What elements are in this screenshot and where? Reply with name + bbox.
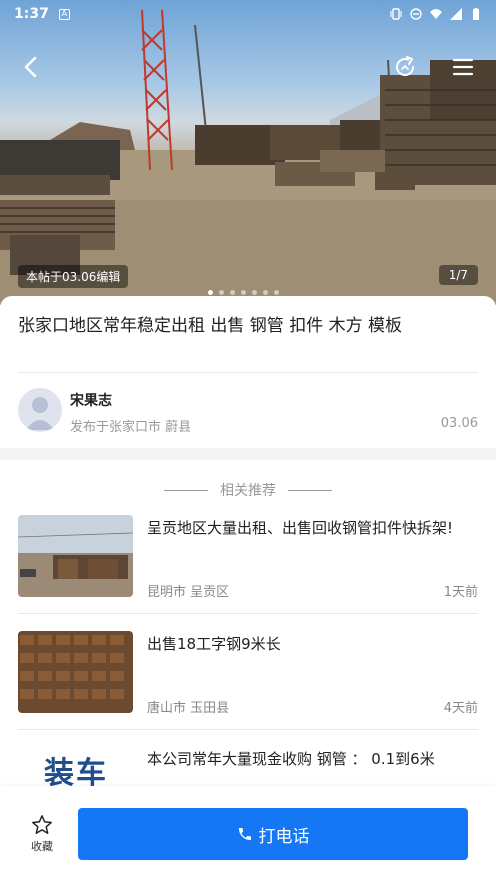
star-icon xyxy=(32,815,52,834)
dnd-icon xyxy=(410,8,422,20)
yard-photo xyxy=(18,515,133,597)
carousel-dots xyxy=(208,290,279,295)
carousel-dot xyxy=(230,290,235,295)
menu-icon xyxy=(452,58,474,76)
post-title: 张家口地区常年稳定出租 出售 钢管 扣件 木方 模板 xyxy=(18,316,403,336)
item-time: 4天前 xyxy=(443,701,478,716)
item-thumbnail xyxy=(18,515,133,597)
battery-icon xyxy=(473,8,479,20)
carousel-dot xyxy=(263,290,268,295)
user-avatar-icon xyxy=(26,397,54,430)
item-title: 本公司常年大量现金收购 钢管 ： 0.1到6米 xyxy=(147,750,435,768)
divider xyxy=(18,729,478,730)
item-time: 1天前 xyxy=(443,585,478,600)
item-title: 呈贡地区大量出租、出售回收钢管扣件快拆架! xyxy=(147,519,454,537)
thumbnail-text: 装车 xyxy=(44,756,108,790)
related-recommendations: 相关推荐 呈贡地区大量出租、出售回收钢管扣件快拆架! 昆明市 呈贡区 1天前 出… xyxy=(0,460,496,790)
menu-button[interactable] xyxy=(448,52,478,82)
carousel-dot xyxy=(219,290,224,295)
avatar[interactable] xyxy=(18,388,62,432)
carousel-dot xyxy=(274,290,279,295)
notification-a-icon: A xyxy=(58,8,70,20)
signal-icon xyxy=(450,8,462,20)
share-button[interactable] xyxy=(390,52,420,82)
publish-date: 03.06 xyxy=(440,416,478,431)
recommend-heading: 相关推荐 xyxy=(0,480,496,500)
item-title: 出售18工字钢9米长 xyxy=(147,635,281,653)
item-thumbnail: 装车 xyxy=(18,746,133,790)
back-arrow-icon xyxy=(24,56,37,78)
list-item[interactable]: 呈贡地区大量出租、出售回收钢管扣件快拆架! 昆明市 呈贡区 1天前 xyxy=(18,515,478,615)
bottom-action-bar: 收藏 打电话 xyxy=(0,786,496,883)
list-item[interactable]: 装车 本公司常年大量现金收购 钢管 ： 0.1到6米 xyxy=(18,746,478,790)
steel-beams-photo xyxy=(18,631,133,713)
item-location: 昆明市 呈贡区 xyxy=(147,585,230,600)
carousel-dot xyxy=(208,290,213,295)
author-name[interactable]: 宋果志 xyxy=(70,390,112,410)
call-label: 打电话 xyxy=(258,826,310,847)
status-bar: 1:37 A xyxy=(0,0,496,28)
share-icon xyxy=(396,56,414,76)
image-counter: 1/7 xyxy=(438,265,478,285)
post-detail-card: 张家口地区常年稳定出租 出售 钢管 扣件 木方 模板 宋果志 发布于张家口市 蔚… xyxy=(0,296,496,448)
divider xyxy=(18,372,478,373)
call-button[interactable]: 打电话 xyxy=(78,808,468,860)
heading-line-left xyxy=(164,489,208,491)
favorite-button[interactable]: 收藏 xyxy=(20,814,64,858)
vibrate-icon xyxy=(390,8,402,20)
recommend-heading-text: 相关推荐 xyxy=(220,483,276,499)
hero-image-carousel[interactable]: 1:37 A 本帖于03.06编辑 1/7 xyxy=(0,0,496,305)
list-item[interactable]: 出售18工字钢9米长 唐山市 玉田县 4天前 xyxy=(18,631,478,731)
wifi-icon xyxy=(430,9,442,19)
publish-location: 发布于张家口市 蔚县 xyxy=(70,420,192,435)
phone-icon xyxy=(238,828,251,840)
favorite-label: 收藏 xyxy=(31,840,53,853)
edit-timestamp-tag: 本帖于03.06编辑 xyxy=(18,265,129,288)
item-thumbnail xyxy=(18,631,133,713)
construction-site-photo xyxy=(0,9,496,305)
item-location: 唐山市 玉田县 xyxy=(147,701,230,716)
status-time: 1:37 xyxy=(14,6,49,22)
heading-line-right xyxy=(288,489,332,491)
carousel-dot xyxy=(241,290,246,295)
carousel-dot xyxy=(252,290,257,295)
divider xyxy=(18,613,478,614)
back-button[interactable] xyxy=(16,52,46,82)
